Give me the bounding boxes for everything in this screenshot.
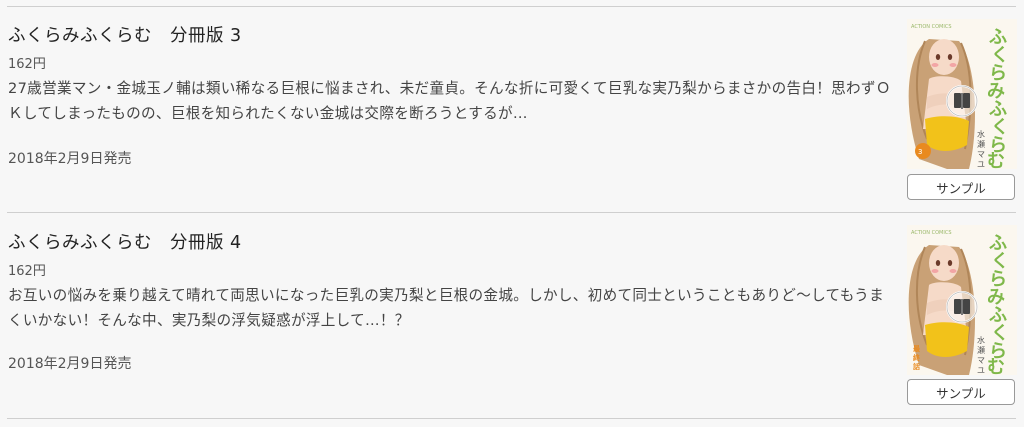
cover-image[interactable]: ACTION COMICS ふ く ら み ふ く [907, 19, 1017, 169]
sample-button[interactable]: サンプル [907, 379, 1015, 405]
item-description: 27歳営業マン・金城玉ノ輔は類い稀なる巨根に悩まされ、未だ童貞。そんな折に可愛く… [8, 80, 891, 122]
svg-text:水: 水 [977, 129, 985, 139]
svg-text:ACTION COMICS: ACTION COMICS [911, 230, 952, 236]
svg-text:ACTION COMICS: ACTION COMICS [911, 24, 952, 30]
svg-text:最: 最 [913, 344, 921, 353]
svg-text:終: 終 [913, 353, 921, 362]
svg-text:瀬: 瀬 [977, 345, 985, 355]
list-item: ふくらみふくらむ 分冊版 4 162円 お互いの悩みを乗り越えて晴れて両思いにな… [0, 213, 1024, 418]
svg-text:む: む [987, 357, 1005, 375]
list-item: ふくらみふくらむ 分冊版 3 162円 27歳営業マン・金城玉ノ輔は類い稀なる巨… [0, 7, 1024, 212]
sample-button[interactable]: サンプル [907, 174, 1015, 200]
item-price: 162円 [8, 264, 46, 279]
item-title[interactable]: ふくらみふくらむ 分冊版 4 [8, 229, 242, 254]
svg-text:水: 水 [977, 335, 985, 345]
svg-text:話: 話 [913, 362, 920, 371]
svg-text:ユ: ユ [977, 160, 985, 169]
svg-text:マ: マ [977, 356, 985, 365]
svg-text:ユ: ユ [977, 366, 985, 375]
cover-art: ACTION COMICS ふ く ら み ふ く [907, 19, 1017, 169]
bottom-divider [7, 418, 1016, 419]
item-price: 162円 [8, 57, 46, 72]
item-description: お互いの悩みを乗り越えて晴れて両思いになった巨乳の実乃梨と巨根の金城。しかし、初… [8, 287, 884, 329]
item-title[interactable]: ふくらみふくらむ 分冊版 3 [8, 22, 242, 47]
cover-art: ACTION COMICS ふ く ら み ふ く [907, 225, 1017, 375]
svg-text:瀬: 瀬 [977, 139, 985, 149]
svg-text:マ: マ [977, 150, 985, 159]
cover-image[interactable]: ACTION COMICS ふ く ら み ふ く [907, 225, 1017, 375]
release-date: 2018年2月9日発売 [8, 151, 132, 167]
svg-text:3: 3 [918, 148, 922, 156]
svg-text:む: む [987, 151, 1005, 169]
release-date: 2018年2月9日発売 [8, 356, 132, 372]
